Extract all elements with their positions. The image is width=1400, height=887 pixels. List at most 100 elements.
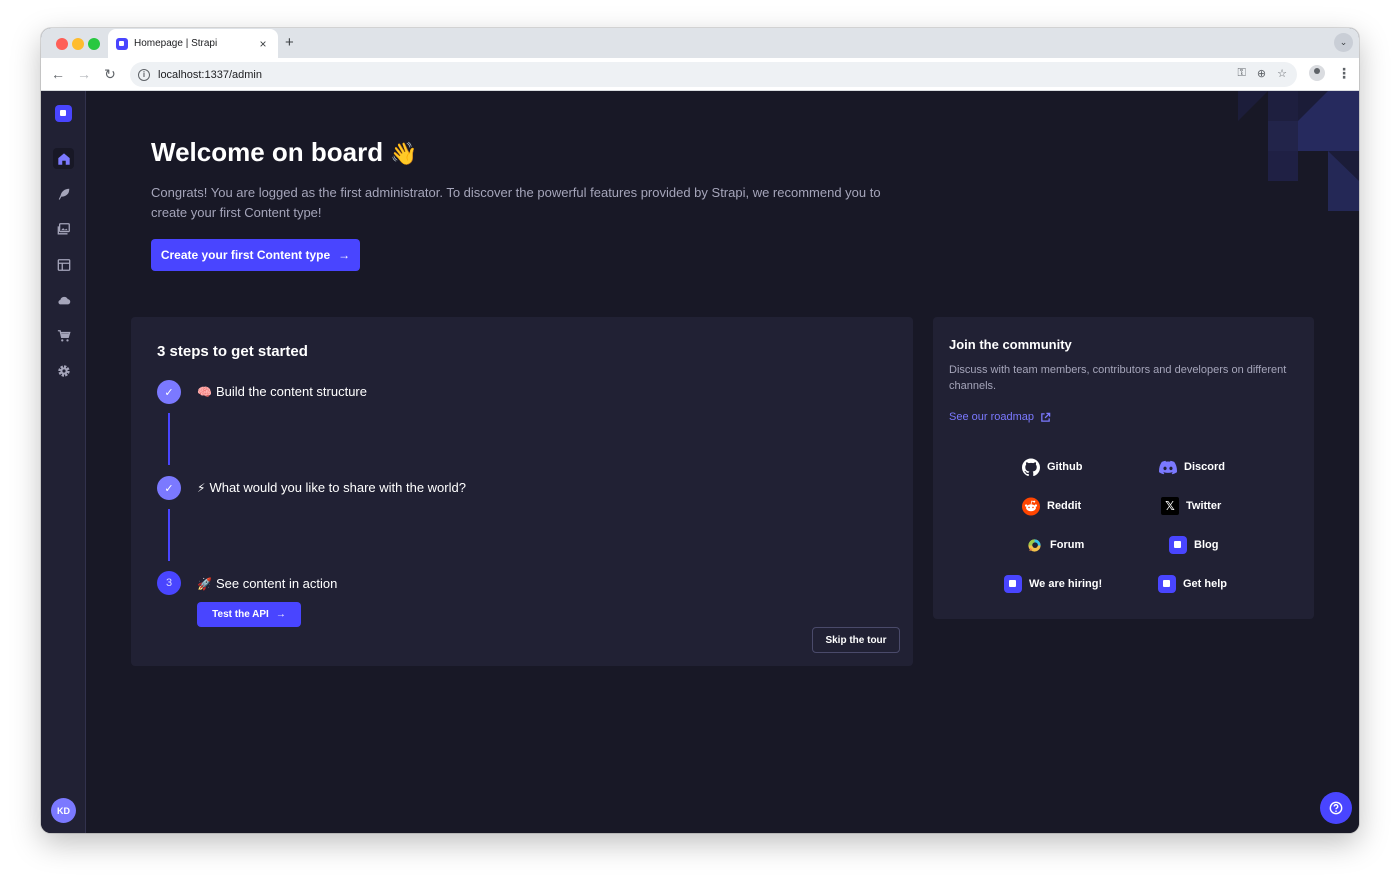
feather-icon	[58, 188, 69, 200]
decorative-pattern	[1238, 91, 1359, 211]
external-link-icon	[1041, 412, 1051, 422]
zoom-icon[interactable]: ⊕	[1257, 67, 1266, 80]
test-api-button[interactable]: Test the API →	[197, 602, 301, 627]
blog-link[interactable]: Blog	[1169, 536, 1218, 554]
browser-tab[interactable]: Homepage | Strapi ×	[108, 29, 278, 58]
cloud-icon	[57, 296, 70, 304]
rocket-emoji: 🚀	[197, 577, 212, 591]
waving-hand-emoji: 👋	[390, 141, 418, 166]
nav-settings[interactable]	[53, 360, 74, 381]
address-bar[interactable]: i localhost:1337/admin ⚿ ⊕ ☆	[130, 62, 1297, 87]
twitter-link[interactable]: 𝕏 Twitter	[1161, 497, 1221, 515]
forum-label: Forum	[1050, 539, 1085, 551]
bookmark-star-icon[interactable]: ☆	[1277, 67, 1287, 80]
strapi-icon	[1004, 575, 1022, 593]
help-button[interactable]	[1320, 792, 1352, 824]
step-3-number: 3	[157, 571, 181, 595]
tab-close-icon[interactable]: ×	[256, 37, 270, 51]
step-1-text: Build the content structure	[215, 384, 367, 399]
nav-deploy[interactable]	[53, 289, 74, 310]
images-icon	[57, 222, 70, 234]
welcome-description: Congrats! You are logged as the first ad…	[151, 185, 881, 220]
github-link[interactable]: Github	[1022, 458, 1082, 476]
nav-home[interactable]	[53, 148, 74, 169]
browser-tab-bar: Homepage | Strapi × + ⌄	[41, 28, 1359, 58]
create-content-type-button[interactable]: Create your first Content type →	[151, 239, 360, 271]
community-card: Join the community Discuss with team mem…	[933, 317, 1314, 619]
roadmap-link[interactable]: See our roadmap	[949, 411, 1051, 423]
step-3-label: 🚀 See content in action	[197, 576, 337, 591]
strapi-favicon-icon	[116, 37, 128, 50]
blog-label: Blog	[1194, 539, 1219, 551]
strapi-icon	[1169, 536, 1187, 554]
strapi-admin-app: KD Welcome on board 👋 Congrats! You are …	[41, 91, 1359, 833]
arrow-right-icon: →	[338, 248, 351, 262]
forward-arrow-icon[interactable]: →	[76, 66, 92, 82]
we-are-hiring-link[interactable]: We are hiring!	[1004, 575, 1102, 593]
reddit-link[interactable]: Reddit	[1022, 497, 1081, 515]
forum-link[interactable]: Forum	[1025, 536, 1084, 554]
step-2-check: ✓	[157, 476, 181, 500]
test-api-label: Test the API	[212, 609, 269, 620]
roadmap-label: See our roadmap	[949, 411, 1034, 423]
welcome-title-text: Welcome on board	[151, 137, 384, 167]
we-are-hiring-label: We are hiring!	[1029, 578, 1103, 590]
guided-tour-card: 3 steps to get started ✓ 🧠 Build the cont…	[131, 317, 913, 666]
check-icon: ✓	[164, 482, 174, 495]
skip-tour-button[interactable]: Skip the tour	[812, 627, 900, 653]
back-arrow-icon[interactable]: ←	[50, 66, 66, 82]
community-title: Join the community	[949, 337, 1072, 352]
cart-icon	[57, 329, 71, 342]
nav-marketplace[interactable]	[53, 325, 74, 346]
nav-content-type-builder[interactable]	[53, 183, 74, 204]
step-2-label: ⚡ What would you like to share with the w…	[197, 480, 466, 495]
step-connector	[168, 509, 170, 561]
user-avatar[interactable]: KD	[51, 798, 76, 823]
lightning-emoji: ⚡	[197, 481, 206, 495]
steps-title: 3 steps to get started	[157, 343, 308, 360]
close-window-button[interactable]	[56, 38, 68, 50]
gear-icon	[57, 364, 70, 377]
x-twitter-icon: 𝕏	[1161, 497, 1179, 515]
create-content-type-label: Create your first Content type	[160, 248, 331, 262]
site-info-icon[interactable]: i	[138, 68, 150, 81]
reload-icon[interactable]: ↻	[102, 66, 118, 82]
brain-emoji: 🧠	[197, 385, 212, 399]
discord-icon	[1159, 458, 1177, 476]
minimize-window-button[interactable]	[72, 38, 84, 50]
get-help-link[interactable]: Get help	[1158, 575, 1227, 593]
forum-icon	[1025, 536, 1043, 554]
step-2-text: What would you like to share with the wo…	[209, 480, 466, 495]
new-tab-button[interactable]: +	[285, 34, 294, 51]
twitter-label: Twitter	[1186, 500, 1222, 512]
step-connector	[168, 413, 170, 465]
discord-label: Discord	[1184, 461, 1225, 473]
profile-icon[interactable]	[1309, 65, 1325, 81]
browser-toolbar: ← → ↻ i localhost:1337/admin ⚿ ⊕ ☆	[41, 58, 1359, 91]
step-1-label: 🧠 Build the content structure	[197, 384, 367, 399]
nav-content-manager[interactable]	[53, 254, 74, 275]
page-title: Welcome on board 👋	[151, 137, 418, 168]
check-icon: ✓	[164, 386, 174, 399]
question-circle-icon	[1329, 801, 1343, 815]
strapi-logo-icon[interactable]	[55, 105, 72, 122]
reddit-label: Reddit	[1047, 500, 1082, 512]
step-1-check: ✓	[157, 380, 181, 404]
maximize-window-button[interactable]	[88, 38, 100, 50]
tab-search-chevron-icon[interactable]: ⌄	[1334, 33, 1353, 52]
github-label: Github	[1047, 461, 1083, 473]
browser-menu-icon[interactable]: ⋮	[1337, 65, 1351, 82]
layout-icon	[57, 258, 70, 271]
arrow-right-icon: →	[275, 609, 286, 620]
nav-media-library[interactable]	[53, 218, 74, 239]
browser-window: Homepage | Strapi × + ⌄ ← → ↻ i localhos…	[41, 28, 1359, 833]
step-3-text: See content in action	[215, 576, 338, 591]
github-icon	[1022, 458, 1040, 476]
reddit-icon	[1022, 497, 1040, 515]
discord-link[interactable]: Discord	[1159, 458, 1225, 476]
tab-title: Homepage | Strapi	[134, 38, 218, 49]
main-nav-sidebar: KD	[41, 91, 86, 833]
community-description: Discuss with team members, contributors …	[949, 364, 1287, 392]
url-text: localhost:1337/admin	[158, 68, 262, 81]
password-key-icon[interactable]: ⚿	[1238, 67, 1246, 80]
